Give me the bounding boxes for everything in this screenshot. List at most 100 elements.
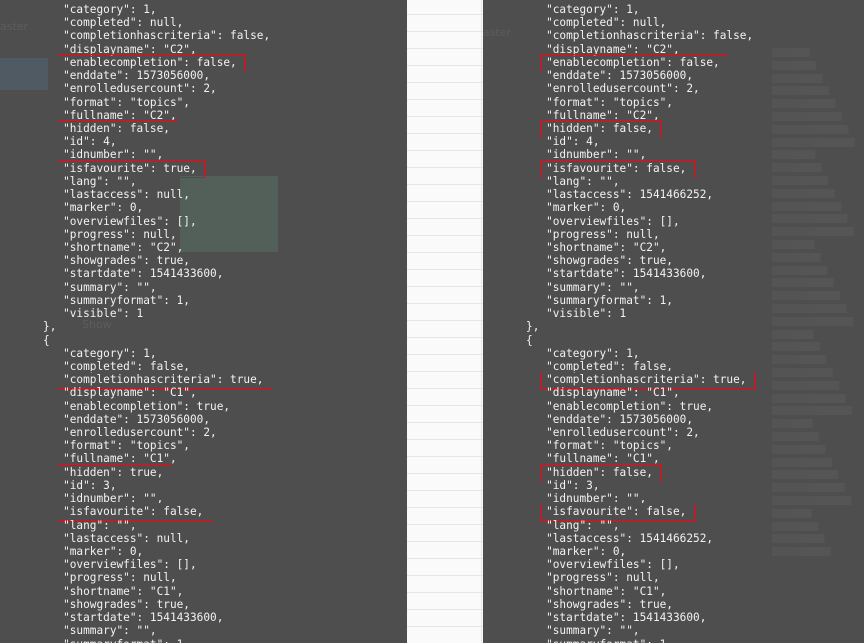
json-line: "category": 1, (506, 346, 640, 360)
ghost-line (772, 48, 864, 57)
json-line: "enablecompletion": true, (506, 399, 714, 413)
ghost-line (772, 163, 864, 173)
json-line: "lastaccess": 1541466252, (506, 531, 714, 545)
json-line: "enrolledusercount": 2, (506, 82, 700, 96)
json-line: "startdate": 1541433600, (506, 611, 707, 625)
ghost-line (772, 124, 864, 134)
json-line: "lang": "", (23, 174, 137, 188)
json-line: { (506, 333, 533, 347)
json-line: "completed": null, (23, 16, 184, 30)
json-line: "startdate": 1541433600, (506, 267, 707, 281)
json-line: "showgrades": true, (506, 597, 673, 611)
json-line: "format": "topics", (506, 95, 673, 109)
json-line: "category": 1, (506, 3, 640, 16)
ghost-line (772, 470, 864, 480)
ghost-line (772, 316, 864, 326)
json-line: "startdate": 1541433600, (23, 267, 224, 281)
json-line: "overviewfiles": [], (23, 214, 197, 228)
background-spreadsheet (407, 0, 483, 643)
json-line: }, (23, 320, 57, 334)
json-line: "enrolledusercount": 2, (506, 426, 700, 440)
json-line: "summaryformat": 1, (506, 638, 673, 643)
ghost-line (772, 201, 864, 211)
json-line: "completionhascriteria": false, (23, 29, 271, 43)
json-line: "summaryformat": 1, (506, 293, 673, 307)
json-line: "enddate": 1573056000, (23, 412, 211, 426)
ghost-line (772, 99, 864, 109)
json-line: "enrolledusercount": 2, (23, 82, 217, 96)
json-line: "lang": "", (506, 174, 620, 188)
json-line: "visible": 1 (506, 307, 627, 321)
json-line: "id": 3, (506, 478, 600, 492)
ghost-line (772, 214, 864, 224)
json-line: "showgrades": true, (23, 254, 190, 268)
json-line: "category": 1, (23, 346, 157, 360)
json-line: "summary": "", (23, 280, 157, 294)
json-line: "format": "topics", (506, 439, 673, 453)
json-line: "lang": "", (506, 518, 620, 532)
ghost-line (772, 304, 864, 313)
ghost-line (772, 240, 864, 249)
ghost-line (772, 278, 864, 288)
json-line: "summaryformat": 1, (23, 293, 190, 307)
ghost-line (772, 521, 864, 531)
json-line: "summary": "", (23, 624, 157, 638)
ghost-line (772, 60, 864, 70)
json-line: "shortname": "C2", (506, 240, 667, 254)
json-line: "displayname": "C1", (506, 386, 680, 400)
json-line: "lang": "", (23, 518, 137, 532)
json-line: "format": "topics", (23, 95, 190, 109)
ghost-line (772, 457, 864, 467)
right-json-pane[interactable]: aster "category": 1, "completed": null, … (483, 0, 864, 643)
json-line: "lastaccess": null, (23, 531, 190, 545)
json-line: "lastaccess": null, (23, 188, 190, 202)
ghost-line (772, 112, 864, 121)
ghost-side-list (772, 48, 864, 568)
ghost-line (772, 188, 864, 198)
json-line: "marker": 0, (506, 201, 627, 215)
json-line: "enrolledusercount": 2, (23, 426, 217, 440)
ghost-line (772, 393, 864, 403)
json-line: "enddate": 1573056000, (506, 69, 694, 83)
ghost-line (772, 483, 864, 493)
left-json-pane[interactable]: aster Show "category": 1, "completed": n… (0, 0, 407, 643)
json-line: { (23, 333, 50, 347)
ghost-line (772, 252, 864, 262)
json-line: "displayname": "C1", (23, 386, 197, 400)
ghost-line (772, 291, 864, 301)
ghost-line (772, 355, 864, 365)
ghost-line (772, 265, 864, 275)
json-line: "overviewfiles": [], (506, 558, 680, 572)
json-line: "visible": 1 (23, 307, 144, 321)
json-line: "id": 4, (506, 135, 600, 149)
json-line: "overviewfiles": [], (506, 214, 680, 228)
ghost-line (772, 419, 864, 429)
ghost-line (772, 227, 864, 237)
json-line: "progress": null, (23, 227, 177, 241)
json-line: "completed": null, (506, 16, 667, 30)
json-line: "progress": null, (506, 227, 660, 241)
ghost-line (772, 432, 864, 441)
json-line: "startdate": 1541433600, (23, 611, 224, 625)
ghost-line (772, 496, 864, 505)
json-line: "progress": null, (506, 571, 660, 585)
ghost-line (772, 508, 864, 518)
ghost-line (772, 137, 864, 147)
json-line: "shortname": "C2", (23, 240, 184, 254)
ghost-line (772, 368, 864, 377)
json-line: "format": "topics", (23, 439, 190, 453)
json-line: "summary": "", (506, 280, 640, 294)
json-line: "marker": 0, (23, 545, 144, 559)
json-line: "shortname": "C1", (506, 584, 667, 598)
json-line: "marker": 0, (506, 545, 627, 559)
json-line: "shortname": "C1", (23, 584, 184, 598)
json-line: "category": 1, (23, 3, 157, 16)
json-line: }, (506, 320, 540, 334)
ghost-line (772, 176, 864, 185)
json-line: "enddate": 1573056000, (506, 412, 694, 426)
ghost-line (772, 444, 864, 454)
json-line: "showgrades": true, (23, 597, 190, 611)
json-line: "summary": "", (506, 624, 640, 638)
json-line: "lastaccess": 1541466252, (506, 188, 714, 202)
json-line: "progress": null, (23, 571, 177, 585)
